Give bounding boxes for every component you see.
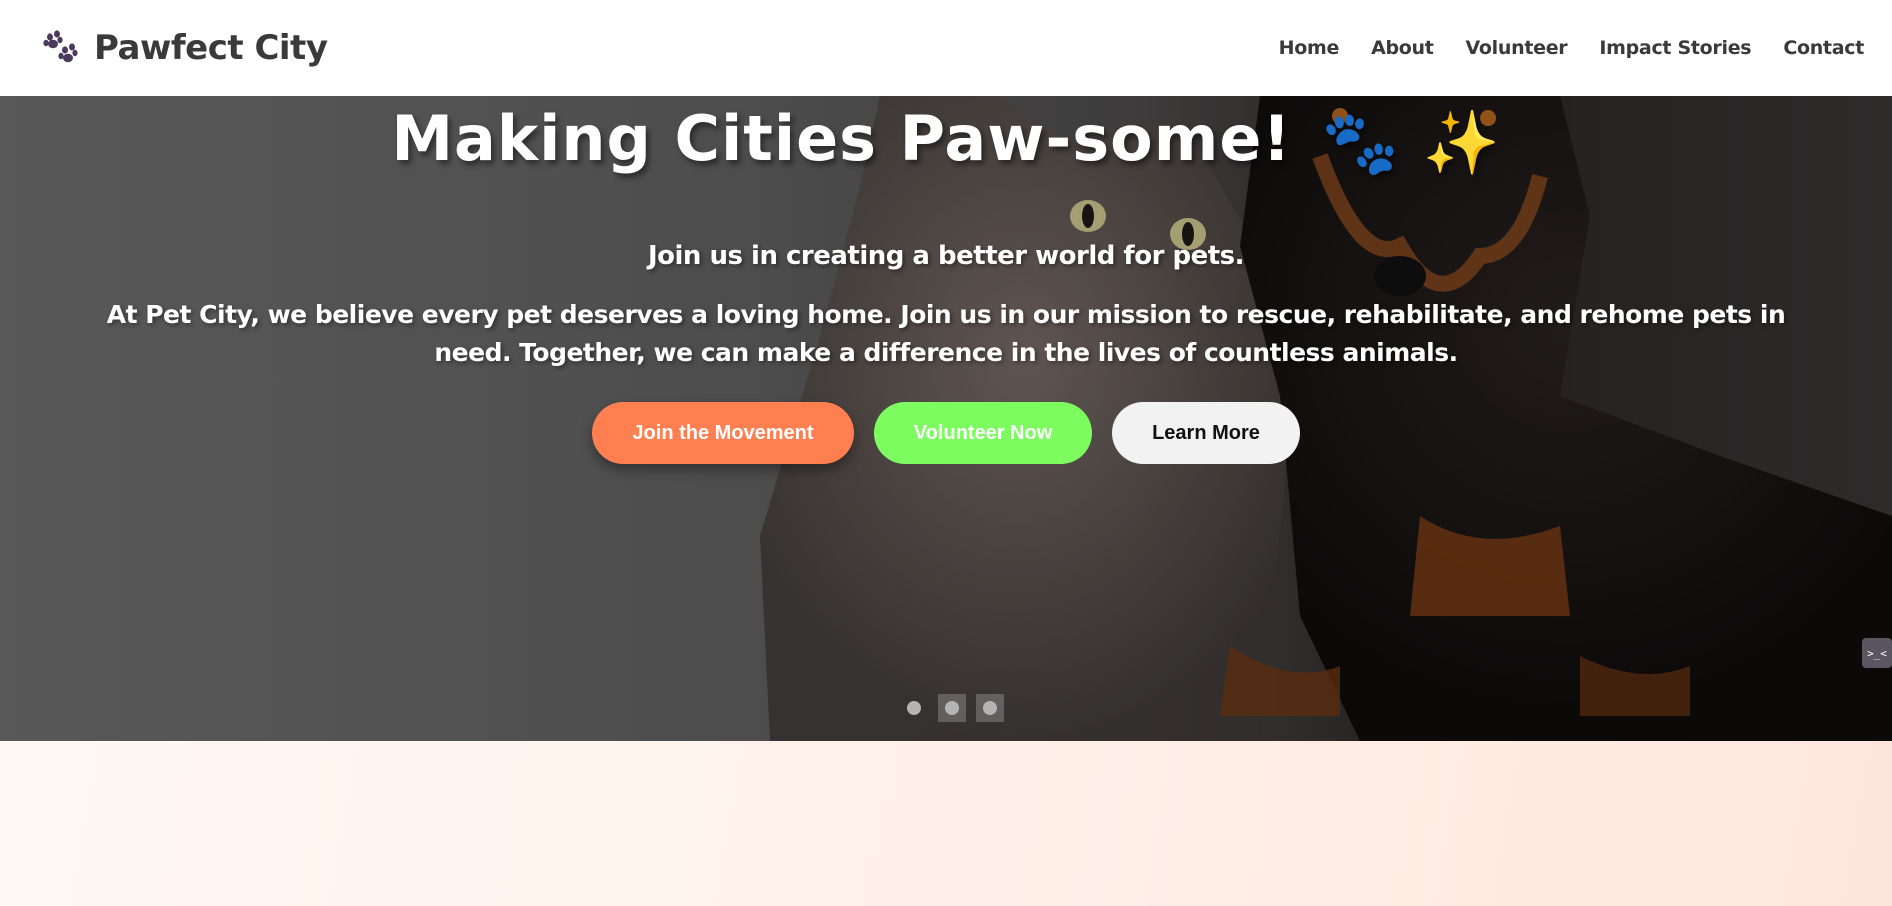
learn-more-button[interactable]: Learn More xyxy=(1112,402,1300,464)
site-header: Pawfect City Home About Volunteer Impact… xyxy=(0,0,1892,96)
join-movement-button[interactable]: Join the Movement xyxy=(592,402,854,464)
brand-name: Pawfect City xyxy=(94,28,328,68)
next-section xyxy=(0,741,1892,906)
nav-volunteer[interactable]: Volunteer xyxy=(1466,37,1568,59)
carousel-dot-1[interactable] xyxy=(900,694,928,722)
nav-home[interactable]: Home xyxy=(1279,37,1340,59)
volunteer-now-button[interactable]: Volunteer Now xyxy=(874,402,1092,464)
side-widget-tab[interactable]: >_< xyxy=(1862,638,1892,668)
hero-cta-group: Join the Movement Volunteer Now Learn Mo… xyxy=(0,402,1892,464)
paw-print-icon xyxy=(43,30,78,63)
brand-logo[interactable]: Pawfect City xyxy=(42,28,328,68)
nav-about[interactable]: About xyxy=(1371,37,1434,59)
carousel-indicators xyxy=(900,694,1004,722)
nav-contact[interactable]: Contact xyxy=(1783,37,1864,59)
hero-title-text: Making Cities Paw-some! xyxy=(391,102,1292,175)
carousel-dot-3[interactable] xyxy=(976,694,1004,722)
paw-sparkle-emoji: 🐾 ✨ xyxy=(1321,105,1501,179)
hero-subtitle: Join us in creating a better world for p… xyxy=(647,241,1245,271)
hero-title: Making Cities Paw-some! 🐾 ✨ xyxy=(0,102,1892,180)
main-nav: Home About Volunteer Impact Stories Cont… xyxy=(1279,37,1865,59)
hero-carousel: Making Cities Paw-some! 🐾 ✨ Join us in cr… xyxy=(0,96,1892,741)
hero-description: At Pet City, we believe every pet deserv… xyxy=(106,300,1786,367)
nav-impact-stories[interactable]: Impact Stories xyxy=(1599,37,1751,59)
carousel-dot-2[interactable] xyxy=(938,694,966,722)
